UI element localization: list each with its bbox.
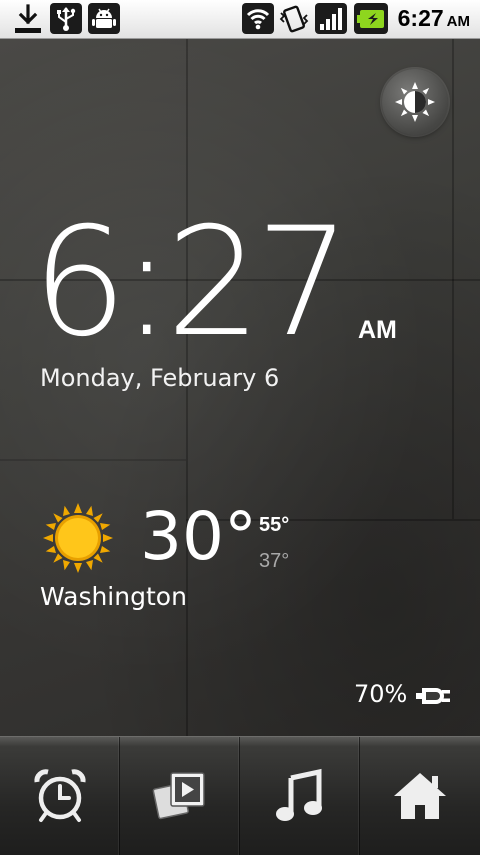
slideshow-icon [152,772,205,820]
charging-plug-icon [416,684,450,712]
clock-time[interactable]: 6:27 [32,208,351,358]
status-bar-time: 6:27 AM [398,5,470,32]
battery-charging-icon [354,3,388,34]
clock-date[interactable]: Monday, February 6 [40,364,279,392]
weather-city[interactable]: Washington [40,582,187,611]
low-temperature: 37° [259,550,290,572]
usb-icon [50,3,82,34]
current-temperature[interactable]: 30° [140,504,257,570]
status-bar[interactable]: 6:27 AM [0,0,480,39]
brightness-icon [395,82,435,122]
home-button[interactable] [360,737,480,855]
high-temperature: 55° [259,514,290,536]
dock-bar [0,736,480,855]
alarm-clock-icon [33,769,86,822]
music-button[interactable] [240,737,360,855]
vibrate-icon [278,3,310,39]
sun-icon[interactable] [43,503,113,577]
slideshow-button[interactable] [120,737,240,855]
download-icon [12,3,44,39]
status-time-text: 6:27 [397,5,444,31]
brightness-button[interactable] [382,69,448,135]
android-debug-icon [88,3,120,34]
signal-icon [315,3,347,34]
status-ampm-text: AM [446,13,470,30]
wifi-icon [242,3,274,34]
alarm-button[interactable] [0,737,120,855]
clock-ampm: AM [358,316,397,344]
battery-percent: 70% [354,680,408,708]
music-icon [275,768,322,821]
home-icon [394,773,446,819]
